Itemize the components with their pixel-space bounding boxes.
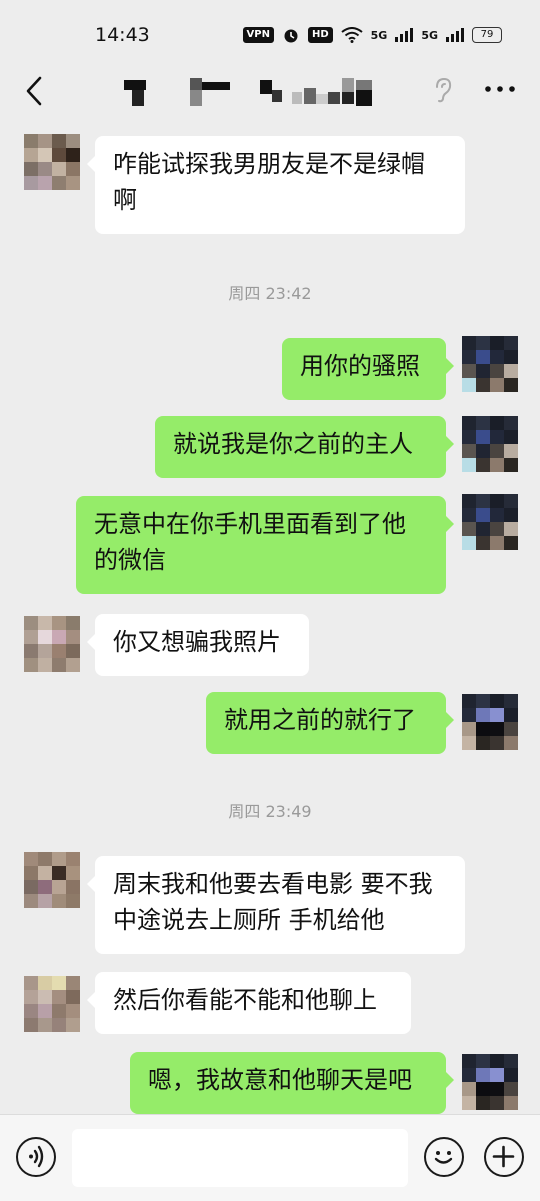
ear-icon[interactable]: [430, 76, 454, 104]
message-text: 就说我是你之前的主人: [173, 430, 413, 458]
message-timestamp: 周四 23:49: [228, 802, 312, 821]
chevron-left-icon[interactable]: [20, 74, 50, 108]
avatar-self[interactable]: [462, 416, 518, 472]
message-text: 无意中在你手机里面看到了他的微信: [94, 510, 406, 574]
avatar-self[interactable]: [462, 694, 518, 750]
message-bubble-incoming[interactable]: 你又想骗我照片: [87, 614, 309, 676]
chat-title-pixelated: [120, 78, 390, 108]
message-text: 咋能试探我男朋友是不是绿帽啊: [113, 150, 425, 214]
message-bubble-outgoing[interactable]: 就说我是你之前的主人: [155, 416, 454, 478]
signal-icon: [395, 28, 414, 42]
avatar-self[interactable]: [462, 336, 518, 392]
network-5g-label-2: 5G: [421, 28, 438, 42]
voice-icon[interactable]: [16, 1137, 56, 1177]
input-bar: [0, 1114, 540, 1201]
avatar-self[interactable]: [462, 494, 518, 550]
message-bubble-outgoing[interactable]: 无意中在你手机里面看到了他的微信: [76, 496, 454, 594]
message-timestamp: 周四 23:42: [228, 284, 312, 303]
message-bubble-outgoing[interactable]: 就用之前的就行了: [206, 692, 454, 754]
avatar-contact[interactable]: [24, 616, 80, 672]
network-5g-label: 5G: [370, 28, 388, 42]
message-text: 就用之前的就行了: [224, 706, 416, 734]
message-text: 用你的骚照: [300, 352, 420, 380]
status-icons: VPN HD 5G 5G 79: [242, 26, 502, 44]
message-bubble-outgoing[interactable]: 嗯，我故意和他聊天是吧: [130, 1052, 454, 1114]
vpn-icon: VPN: [242, 27, 274, 43]
plus-icon[interactable]: [484, 1137, 524, 1177]
message-input[interactable]: [72, 1129, 408, 1187]
chat-messages[interactable]: 咋能试探我男朋友是不是绿帽啊 周四 23:42 用你的骚照 就说我是你之前的主人…: [0, 124, 540, 1114]
avatar-self[interactable]: [462, 1054, 518, 1110]
message-text: 然后你看能不能和他聊上: [113, 986, 377, 1014]
message-text: 你又想骗我照片: [113, 628, 281, 656]
avatar-contact[interactable]: [24, 134, 80, 190]
message-bubble-incoming[interactable]: 周末我和他要去看电影 要不我中途说去上厕所 手机给他: [87, 856, 465, 954]
message-bubble-incoming[interactable]: 然后你看能不能和他聊上: [87, 972, 411, 1034]
wifi-icon: [341, 27, 363, 43]
status-time: 14:43: [95, 24, 150, 46]
avatar-contact[interactable]: [24, 976, 80, 1032]
more-horizontal-icon[interactable]: [482, 74, 518, 104]
message-bubble-outgoing[interactable]: 用你的骚照: [282, 338, 454, 400]
chat-header: [0, 60, 540, 124]
message-text: 嗯，我故意和他聊天是吧: [148, 1066, 412, 1094]
hd-icon: HD: [307, 27, 333, 43]
emoji-icon[interactable]: [424, 1137, 464, 1177]
alarm-icon: [284, 29, 298, 43]
battery-icon: 79: [472, 27, 502, 43]
avatar-contact[interactable]: [24, 852, 80, 908]
signal-icon-2: [446, 28, 464, 42]
message-bubble-incoming[interactable]: 咋能试探我男朋友是不是绿帽啊: [87, 136, 465, 234]
message-text: 周末我和他要去看电影 要不我中途说去上厕所 手机给他: [113, 870, 433, 934]
status-bar: 14:43 VPN HD 5G 5G 79: [0, 0, 540, 60]
